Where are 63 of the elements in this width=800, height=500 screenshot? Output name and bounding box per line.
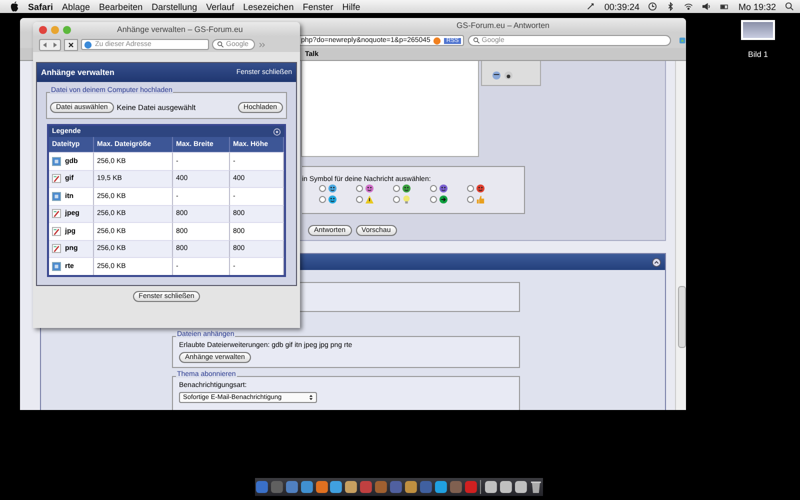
app-icon[interactable] — [314, 480, 328, 494]
image-file-icon — [52, 209, 61, 218]
timer-text: 00:39:24 — [604, 2, 640, 12]
radio-button[interactable] — [356, 196, 363, 203]
message-field[interactable] — [301, 61, 479, 157]
menu-item[interactable]: Verlauf — [206, 2, 234, 12]
radio-button[interactable] — [393, 185, 400, 192]
menu-item[interactable]: Ablage — [62, 2, 90, 12]
more-icon[interactable] — [258, 40, 266, 48]
radio-button[interactable] — [467, 185, 474, 192]
app-icon[interactable] — [514, 480, 528, 494]
radio-button[interactable] — [467, 196, 474, 203]
help-icon[interactable] — [273, 128, 281, 136]
menu-item[interactable]: Safari — [28, 2, 54, 12]
app-icon[interactable] — [329, 480, 344, 494]
search-icon — [472, 37, 480, 44]
app-icon[interactable] — [404, 480, 418, 494]
clock-icon[interactable] — [648, 2, 658, 11]
close-button[interactable] — [39, 26, 47, 34]
menu-item[interactable]: Lesezeichen — [243, 2, 294, 12]
file-icon — [52, 262, 61, 271]
back-forward-buttons[interactable] — [39, 38, 61, 50]
app-icon[interactable] — [434, 480, 448, 494]
image-file-icon — [52, 174, 61, 184]
radio-button[interactable] — [430, 196, 437, 203]
app-icon[interactable] — [484, 480, 498, 494]
file-icon — [52, 156, 61, 166]
app-icon[interactable] — [344, 480, 358, 494]
stop-button[interactable] — [64, 38, 78, 50]
zoom-button[interactable] — [63, 26, 71, 34]
image-file-icon — [52, 226, 61, 236]
file-label[interactable]: Bild 1 — [748, 50, 768, 59]
wifi-icon[interactable] — [684, 2, 694, 11]
trash-icon[interactable] — [529, 480, 543, 494]
app-icon[interactable] — [284, 480, 299, 494]
radio-button[interactable] — [319, 196, 326, 203]
radio-button[interactable] — [393, 196, 400, 203]
clock-text[interactable]: Mo 19:32 — [738, 2, 776, 12]
screenshot-file-icon[interactable] — [741, 20, 775, 40]
file-icon — [52, 192, 61, 201]
app-icon[interactable] — [300, 480, 314, 494]
window-title: GS-Forum.eu – Antworten — [456, 21, 550, 30]
battery-icon[interactable] — [720, 2, 730, 11]
collapse-icon[interactable] — [652, 258, 661, 266]
app-icon[interactable] — [499, 480, 514, 494]
radio-button[interactable] — [319, 185, 326, 192]
window-title: Anhänge verwalten – GS-Forum.eu — [117, 25, 243, 34]
menu-item[interactable]: Hilfe — [342, 2, 360, 12]
bluetooth-icon[interactable] — [666, 2, 676, 11]
scrollbar[interactable] — [675, 61, 686, 410]
radio-button[interactable] — [430, 185, 437, 192]
volume-icon[interactable] — [702, 2, 712, 11]
menu-item[interactable]: Fenster — [302, 2, 334, 12]
close-icon — [67, 40, 75, 48]
dropdown-arrows-icon — [309, 394, 313, 401]
search-icon[interactable] — [785, 2, 794, 11]
image-file-icon — [52, 244, 61, 254]
apple-icon[interactable] — [10, 1, 19, 12]
radio-button[interactable] — [356, 185, 363, 192]
menu-item[interactable]: Bearbeiten — [99, 2, 143, 12]
search-icon — [217, 41, 224, 48]
panel-title: Anhänge verwalten — [41, 68, 114, 77]
menu-item[interactable]: Darstellung — [152, 2, 198, 12]
